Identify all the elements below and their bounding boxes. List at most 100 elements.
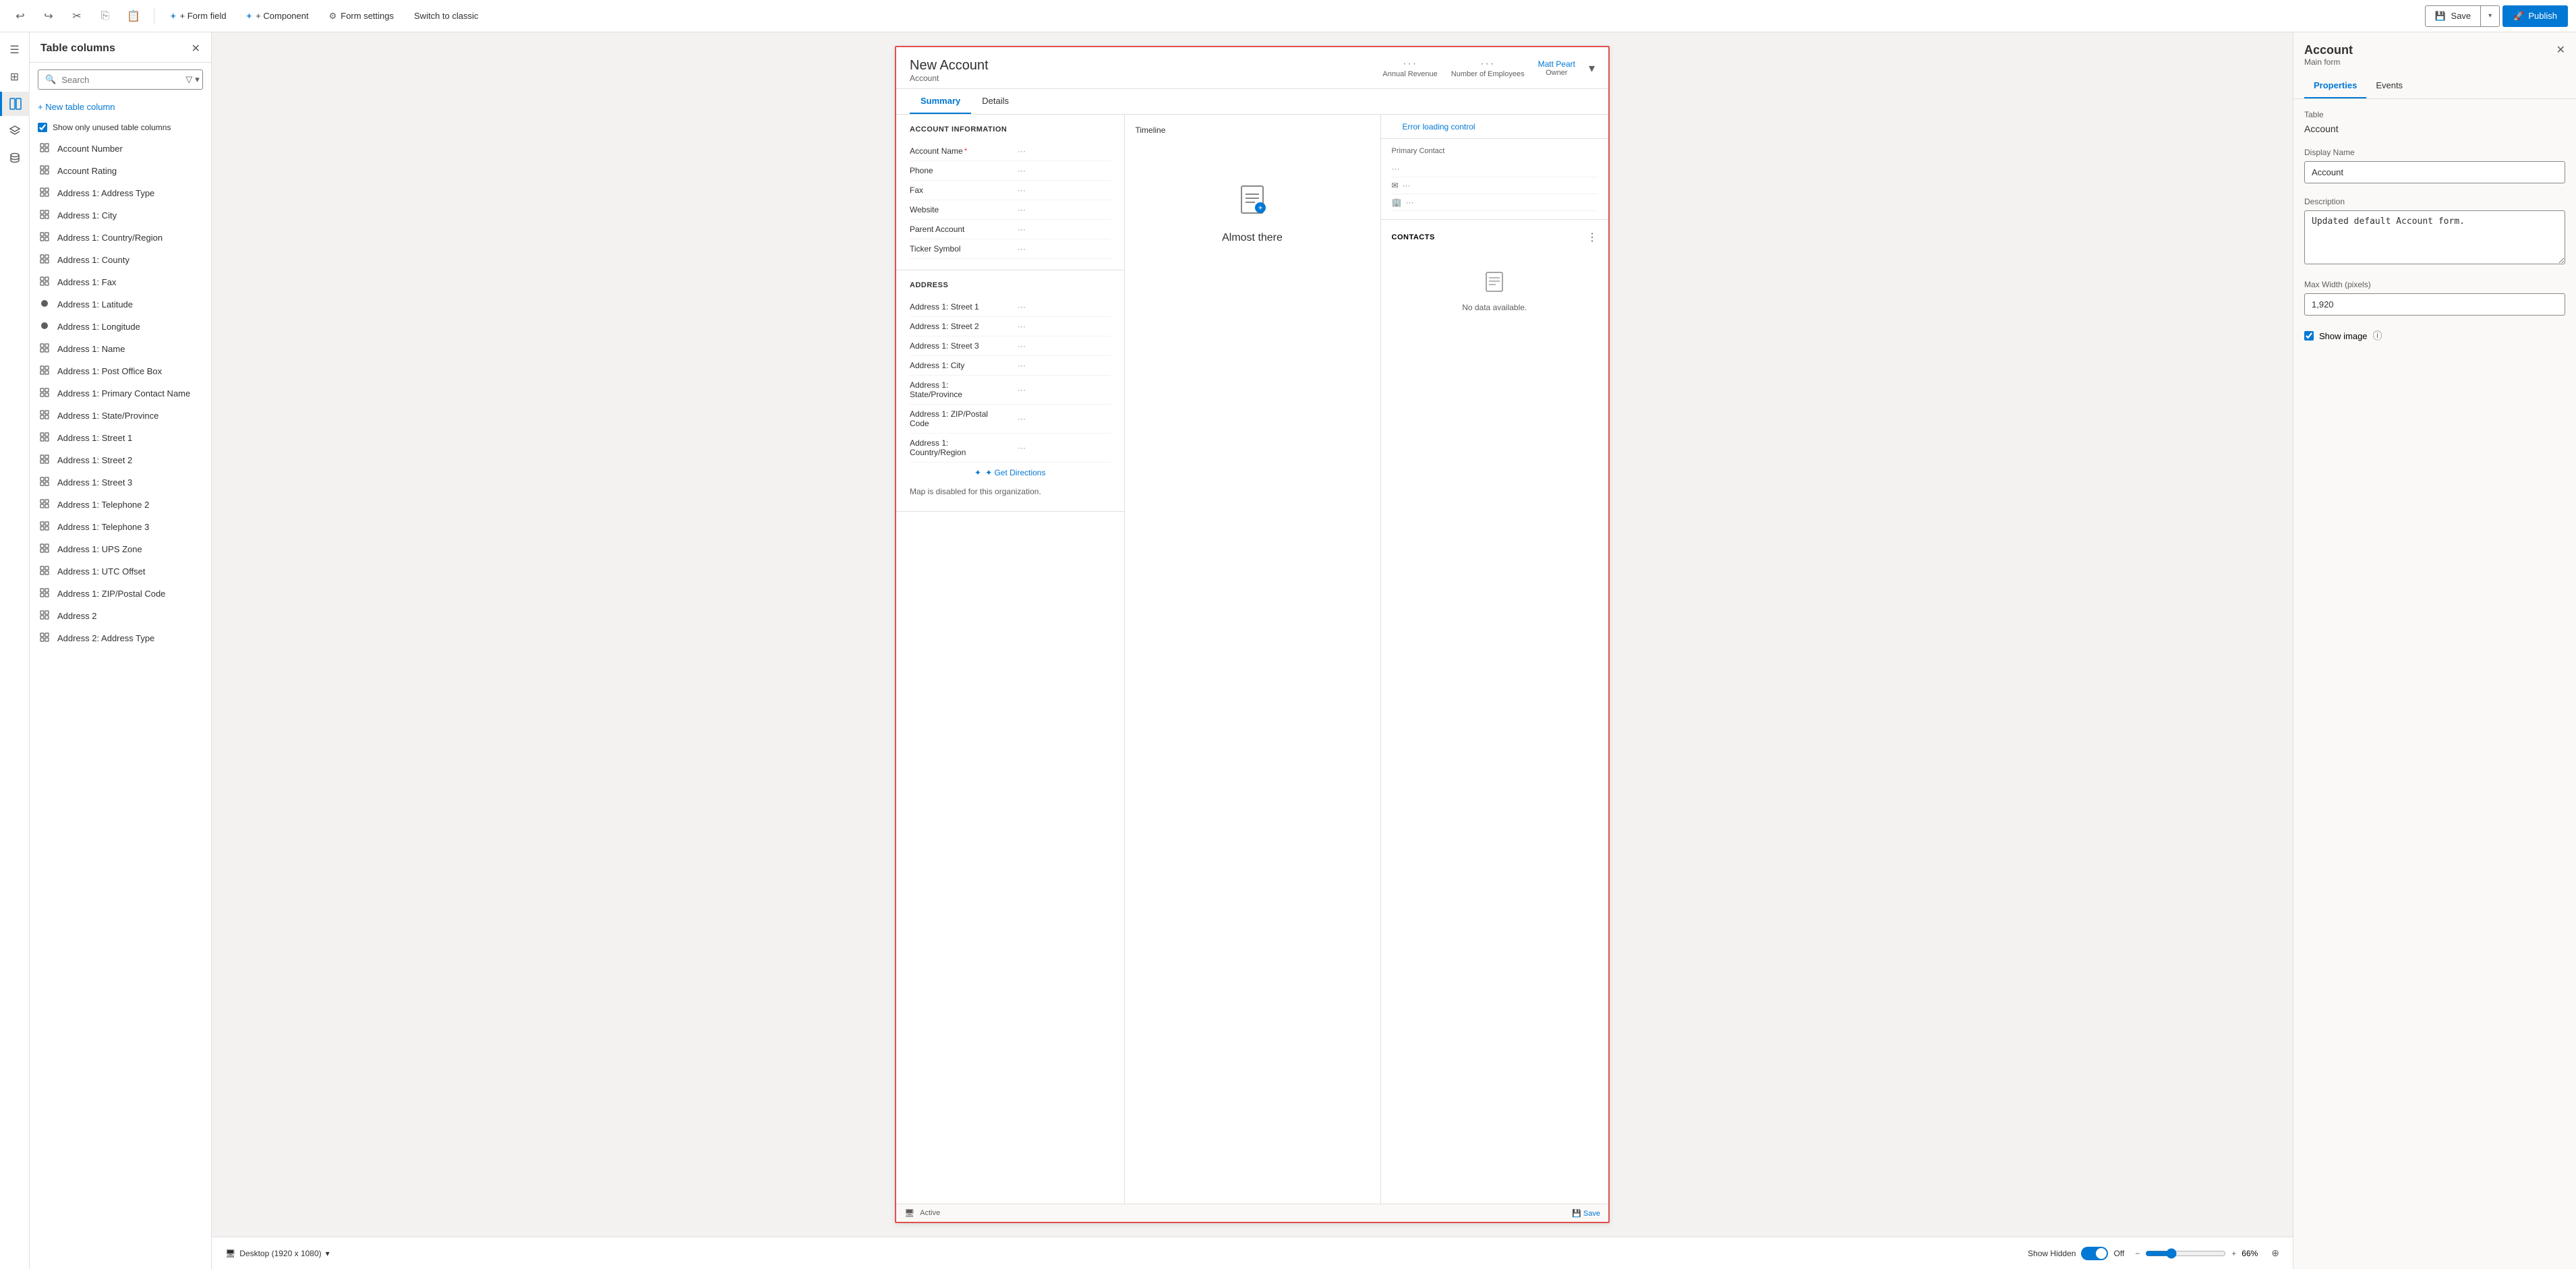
column-item[interactable]: Address 1: County	[30, 249, 211, 271]
save-dropdown-button[interactable]: ▾	[2480, 6, 2499, 26]
zoom-plus-icon[interactable]: +	[2231, 1249, 2236, 1258]
zoom-reset-button[interactable]: ⊕	[2271, 1247, 2279, 1259]
prop-max-width-label: Max Width (pixels)	[2304, 280, 2565, 289]
column-label: Address 2	[57, 611, 97, 621]
search-filter-button[interactable]: ▽ ▾	[185, 74, 200, 85]
zoom-slider[interactable]	[2145, 1248, 2226, 1259]
undo-button[interactable]: ↩	[8, 4, 32, 28]
publish-button[interactable]: 🚀 Publish	[2502, 5, 2568, 27]
prop-display-name-label: Display Name	[2304, 148, 2565, 157]
show-image-label: Show image	[2319, 331, 2368, 341]
form-expand-button[interactable]: ▾	[1589, 61, 1595, 76]
panel-header: Table columns ✕	[30, 32, 211, 63]
column-item[interactable]: Account Number	[30, 138, 211, 160]
field-fax: Fax ···	[910, 181, 1111, 200]
column-item[interactable]: Address 2: Address Type	[30, 627, 211, 649]
column-item[interactable]: Address 2	[30, 605, 211, 627]
show-hidden-switch[interactable]	[2081, 1247, 2108, 1260]
prop-description-textarea[interactable]: Updated default Account form.	[2304, 210, 2565, 264]
get-directions-button[interactable]: ✦ ✦ Get Directions	[910, 463, 1111, 483]
zoom-value: 66%	[2242, 1249, 2266, 1258]
primary-contact-value-row: ···	[1392, 160, 1598, 177]
column-item[interactable]: Address 1: Post Office Box	[30, 360, 211, 382]
column-item[interactable]: Address 1: Country/Region	[30, 227, 211, 249]
show-image-checkbox[interactable]	[2304, 331, 2314, 341]
column-item[interactable]: Address 1: Telephone 3	[30, 516, 211, 538]
cut-button[interactable]: ✂	[65, 4, 89, 28]
panel-close-button[interactable]: ✕	[192, 42, 200, 55]
timeline-section: Timeline +	[1125, 115, 1380, 295]
column-item[interactable]: Address 1: Telephone 2	[30, 494, 211, 516]
address-section-title: ADDRESS	[910, 281, 1111, 289]
column-type-icon	[40, 143, 52, 154]
tab-details[interactable]: Details	[971, 89, 1020, 114]
column-item[interactable]: Address 1: Longitude	[30, 316, 211, 338]
prop-max-width-input[interactable]	[2304, 293, 2565, 316]
form-header: New Account Account ··· Annual Revenue ·…	[896, 47, 1608, 89]
show-unused-checkbox[interactable]	[38, 123, 47, 132]
desktop-indicator[interactable]: 🖥 Desktop (1920 x 1080) ▾	[225, 1249, 330, 1258]
column-item[interactable]: Address 1: Primary Contact Name	[30, 382, 211, 405]
column-item[interactable]: Address 1: Street 1	[30, 427, 211, 449]
add-form-field-button[interactable]: + + Form field	[163, 5, 235, 27]
zoom-minus-icon[interactable]: −	[2135, 1249, 2140, 1258]
column-item[interactable]: Account Rating	[30, 160, 211, 182]
column-label: Address 1: Street 1	[57, 433, 132, 443]
column-item[interactable]: Address 1: Street 3	[30, 471, 211, 494]
column-item[interactable]: Address 1: ZIP/Postal Code	[30, 583, 211, 605]
column-label: Address 1: Longitude	[57, 322, 140, 332]
column-item[interactable]: Address 1: UPS Zone	[30, 538, 211, 560]
field-value-phone: ···	[1018, 166, 1111, 175]
paste-button[interactable]: 📋	[121, 4, 146, 28]
save-main-button[interactable]: 💾 Save	[2426, 6, 2480, 26]
publish-icon: 🚀	[2513, 11, 2524, 22]
switch-classic-button[interactable]: Switch to classic	[406, 5, 486, 27]
column-label: Address 1: Primary Contact Name	[57, 388, 190, 399]
show-unused-row[interactable]: Show only unused table columns	[30, 117, 211, 138]
column-label: Account Rating	[57, 166, 117, 176]
owner-link[interactable]: Matt Peart	[1538, 59, 1575, 69]
prop-table-group: Table Account	[2304, 110, 2565, 134]
copy-button[interactable]: ⎘	[93, 4, 117, 28]
form-subtitle: Account	[910, 73, 989, 83]
props-tabs: Properties Events	[2293, 73, 2576, 99]
field-website: Website ···	[910, 200, 1111, 220]
prop-display-name-input[interactable]	[2304, 161, 2565, 183]
sidebar-columns-button[interactable]	[0, 92, 30, 116]
column-item[interactable]: Address 1: Address Type	[30, 182, 211, 204]
contacts-more-button[interactable]: ⋮	[1587, 231, 1598, 244]
props-header: Account Main form ✕	[2293, 32, 2576, 73]
footer-save-button[interactable]: 💾 Save	[1572, 1209, 1600, 1218]
column-item[interactable]: Address 1: UTC Offset	[30, 560, 211, 583]
business-icon: 🏢	[1392, 198, 1402, 207]
form-settings-button[interactable]: ⚙ Form settings	[321, 5, 402, 27]
tab-events[interactable]: Events	[2366, 73, 2412, 98]
column-label: Address 1: Telephone 3	[57, 522, 149, 532]
column-item[interactable]: Address 1: Latitude	[30, 293, 211, 316]
column-type-icon	[40, 321, 52, 332]
column-item[interactable]: Address 1: City	[30, 204, 211, 227]
address-section: ADDRESS Address 1: Street 1 ··· Address …	[896, 270, 1124, 512]
error-loading-link[interactable]: Error loading control	[1392, 115, 1486, 138]
add-column-button[interactable]: + New table column	[30, 96, 211, 117]
sidebar-home-button[interactable]: ⊞	[3, 65, 27, 89]
sidebar-menu-button[interactable]: ☰	[3, 38, 27, 62]
tab-summary[interactable]: Summary	[910, 89, 971, 114]
column-label: Address 1: Street 2	[57, 455, 132, 465]
column-item[interactable]: Address 1: Name	[30, 338, 211, 360]
search-input[interactable]	[61, 75, 180, 85]
column-item[interactable]: Address 1: State/Province	[30, 405, 211, 427]
column-item[interactable]: Address 1: Street 2	[30, 449, 211, 471]
contacts-title: CONTACTS	[1392, 233, 1435, 241]
add-component-button[interactable]: + + Component	[239, 5, 317, 27]
column-type-icon	[40, 210, 52, 221]
search-icon: 🔍	[45, 74, 56, 85]
column-item[interactable]: Address 1: Fax	[30, 271, 211, 293]
field-account-name: Account Name* ···	[910, 142, 1111, 161]
sidebar-db-button[interactable]	[3, 146, 27, 170]
sidebar-layers-button[interactable]	[3, 119, 27, 143]
props-close-button[interactable]: ✕	[2556, 43, 2565, 57]
right-column: Error loading control Primary Contact ··…	[1381, 115, 1609, 1204]
redo-button[interactable]: ↪	[36, 4, 61, 28]
tab-properties[interactable]: Properties	[2304, 73, 2366, 98]
